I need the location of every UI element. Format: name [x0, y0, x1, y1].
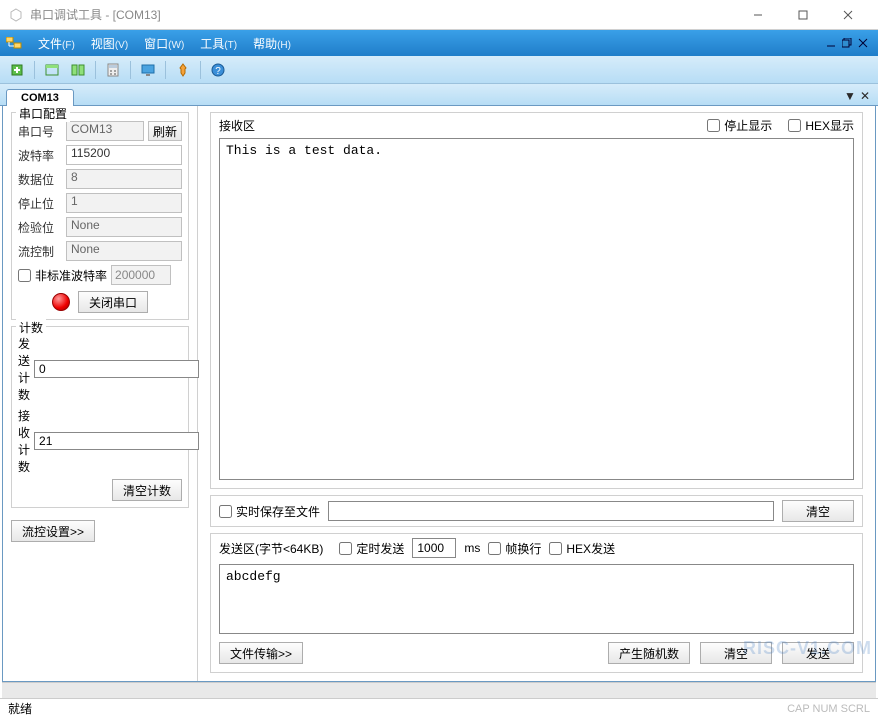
toolbar-calc-icon[interactable] — [102, 60, 124, 80]
tab-com13[interactable]: COM13 — [6, 89, 74, 106]
tx-section: 发送区(字节<64KB) 定时发送 ms 帧换行 HEX发送 abcdefg 文… — [210, 533, 863, 673]
data-bits-label: 数据位 — [18, 171, 62, 188]
tx-count-label: 发送计数 — [18, 335, 30, 403]
refresh-button[interactable]: 刷新 — [148, 121, 182, 141]
port-label: 串口号 — [18, 123, 62, 140]
timed-send-checkbox[interactable]: 定时发送 — [339, 540, 404, 557]
flow-settings-button[interactable]: 流控设置>> — [11, 520, 95, 542]
stop-display-checkbox[interactable]: 停止显示 — [707, 117, 772, 134]
menu-window[interactable]: 窗口(W) — [136, 32, 192, 55]
horizontal-scrollbar[interactable] — [2, 682, 876, 698]
tx-clear-button[interactable]: 清空 — [700, 642, 772, 664]
toolbar-layout2-icon[interactable] — [67, 60, 89, 80]
port-status-icon — [52, 293, 70, 311]
tx-title: 发送区(字节<64KB) — [219, 540, 323, 557]
status-bar: 就绪 CAP NUM SCRL — [0, 698, 878, 718]
rx-count-label: 接收计数 — [18, 407, 30, 475]
data-bits-select[interactable]: 8 — [66, 169, 182, 189]
parity-select[interactable]: None — [66, 217, 182, 237]
gen-random-button[interactable]: 产生随机数 — [608, 642, 690, 664]
menu-bar: 文件(F) 视图(V) 窗口(W) 工具(T) 帮助(H) — [0, 30, 878, 56]
counts-group: 计数 发送计数 接收计数 清空计数 — [11, 326, 189, 508]
baud-select[interactable]: 115200 — [66, 145, 182, 165]
serial-config-legend: 串口配置 — [16, 105, 70, 122]
flow-select[interactable]: None — [66, 241, 182, 261]
tab-close-icon[interactable]: ✕ — [860, 89, 870, 103]
toolbar-help-icon[interactable]: ? — [207, 60, 229, 80]
toolbar-layout1-icon[interactable] — [41, 60, 63, 80]
workspace: 串口配置 串口号 COM13 刷新 波特率 115200 数据位 8 停止位 1… — [2, 106, 876, 682]
serial-config-group: 串口配置 串口号 COM13 刷新 波特率 115200 数据位 8 停止位 1… — [11, 112, 189, 320]
status-ready: 就绪 — [8, 700, 32, 717]
send-button[interactable]: 发送 — [782, 642, 854, 664]
stop-bits-select[interactable]: 1 — [66, 193, 182, 213]
save-section: 实时保存至文件 清空 — [210, 495, 863, 527]
clear-counts-button[interactable]: 清空计数 — [112, 479, 182, 501]
title-bar: 串口调试工具 - [COM13] — [0, 0, 878, 30]
app-icon — [8, 7, 24, 23]
toolbar: ? — [0, 56, 878, 84]
close-port-button[interactable]: 关闭串口 — [78, 291, 148, 313]
interval-input[interactable] — [412, 538, 456, 558]
left-panel: 串口配置 串口号 COM13 刷新 波特率 115200 数据位 8 停止位 1… — [3, 106, 198, 681]
menu-help[interactable]: 帮助(H) — [245, 32, 299, 55]
flow-label: 流控制 — [18, 243, 62, 260]
toolbar-monitor-icon[interactable] — [137, 60, 159, 80]
window-controls — [735, 1, 870, 29]
tab-dropdown-icon[interactable]: ▼ — [844, 89, 856, 103]
mdi-minimize-icon[interactable] — [826, 38, 836, 48]
save-path-input[interactable] — [328, 501, 774, 521]
nonstd-baud-input[interactable] — [111, 265, 171, 285]
save-to-file-checkbox[interactable]: 实时保存至文件 — [219, 503, 320, 520]
ms-label: ms — [464, 541, 480, 555]
port-select[interactable]: COM13 — [66, 121, 144, 141]
rx-textarea[interactable]: This is a test data. — [219, 138, 854, 480]
menu-view[interactable]: 视图(V) — [83, 32, 136, 55]
close-button[interactable] — [825, 1, 870, 29]
baud-label: 波特率 — [18, 147, 62, 164]
stop-bits-label: 停止位 — [18, 195, 62, 212]
mdi-close-icon[interactable] — [858, 38, 868, 48]
mdi-restore-icon[interactable] — [842, 38, 852, 48]
right-panel: 接收区 停止显示 HEX显示 This is a test data. 实时保存… — [198, 106, 875, 681]
nonstd-baud-label: 非标准波特率 — [35, 267, 107, 284]
rx-clear-button[interactable]: 清空 — [782, 500, 854, 522]
rx-section: 接收区 停止显示 HEX显示 This is a test data. — [210, 112, 863, 489]
counts-legend: 计数 — [16, 319, 46, 336]
tx-count-field[interactable] — [34, 360, 199, 378]
minimize-button[interactable] — [735, 1, 780, 29]
svg-text:?: ? — [215, 66, 221, 77]
line-wrap-checkbox[interactable]: 帧换行 — [488, 540, 541, 557]
nonstd-baud-checkbox[interactable] — [18, 269, 31, 282]
toolbar-new-icon[interactable] — [6, 60, 28, 80]
hex-display-checkbox[interactable]: HEX显示 — [788, 117, 854, 134]
menu-icon — [4, 35, 24, 51]
hex-send-checkbox[interactable]: HEX发送 — [549, 540, 615, 557]
file-transfer-button[interactable]: 文件传输>> — [219, 642, 303, 664]
parity-label: 检验位 — [18, 219, 62, 236]
tab-strip: COM13 ▼ ✕ — [0, 84, 878, 106]
maximize-button[interactable] — [780, 1, 825, 29]
tx-textarea[interactable]: abcdefg — [219, 564, 854, 634]
toolbar-pin-icon[interactable] — [172, 60, 194, 80]
menu-file[interactable]: 文件(F) — [30, 32, 83, 55]
rx-count-field[interactable] — [34, 432, 199, 450]
rx-title: 接收区 — [219, 117, 255, 134]
menu-tools[interactable]: 工具(T) — [192, 32, 245, 55]
window-title: 串口调试工具 - [COM13] — [30, 6, 735, 23]
status-indicators: CAP NUM SCRL — [787, 703, 870, 715]
